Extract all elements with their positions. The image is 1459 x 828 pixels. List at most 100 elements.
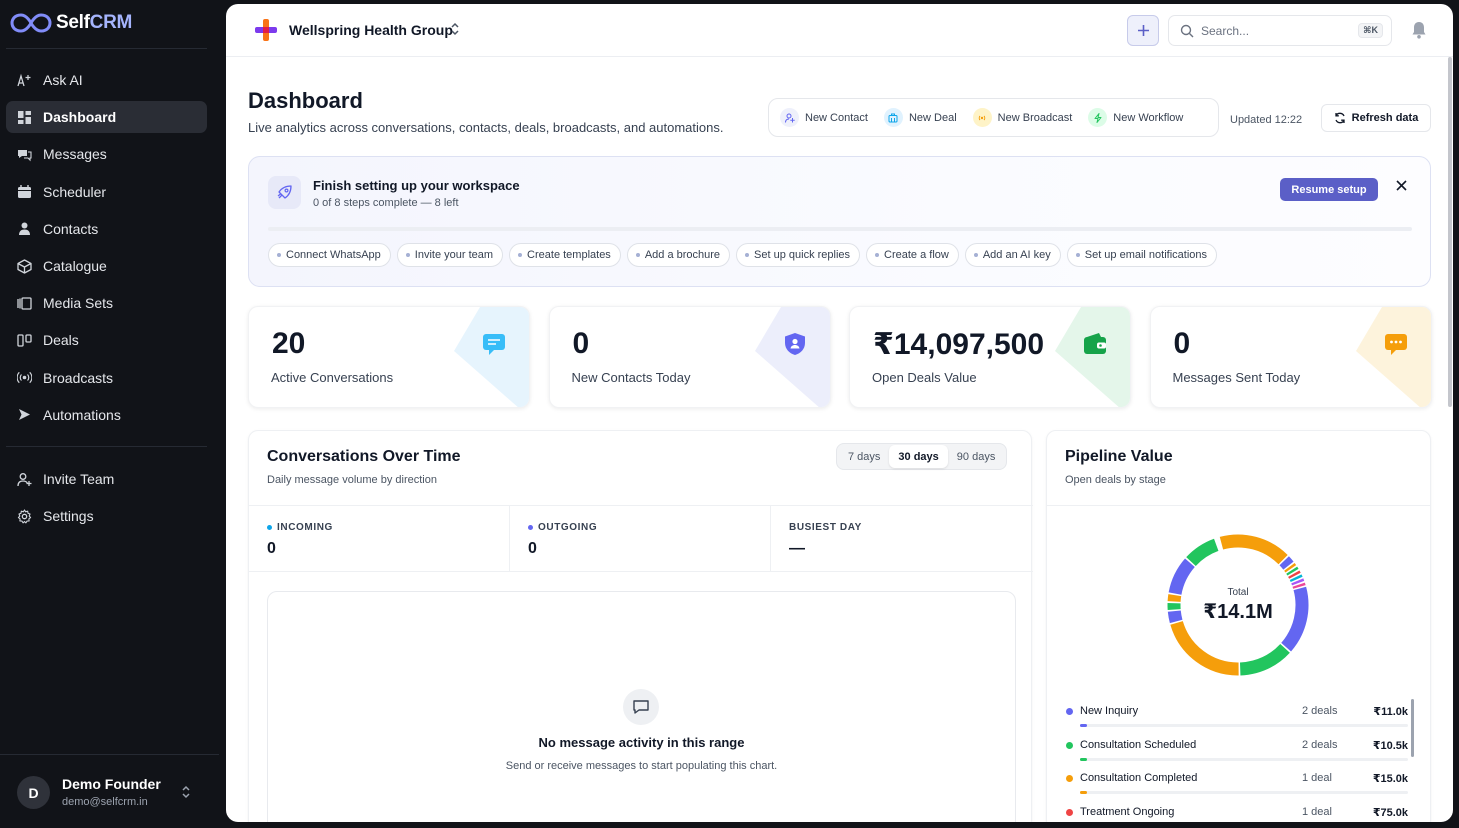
active-conversations-card[interactable]: 20 Active Conversations	[248, 306, 530, 408]
stage-value: ₹10.5k	[1372, 739, 1408, 752]
sidebar-item-label: Contacts	[43, 220, 99, 237]
shield-user-icon	[782, 331, 808, 357]
scrollbar[interactable]	[1448, 57, 1452, 407]
quick-action-new-broadcast[interactable]: New Broadcast	[972, 108, 1072, 127]
sidebar-divider	[6, 48, 207, 49]
create-button[interactable]	[1127, 15, 1159, 46]
sidebar-item-messages[interactable]: Messages	[6, 138, 207, 170]
dashboard-icon	[17, 110, 32, 125]
chevron-updown-icon[interactable]	[450, 22, 460, 39]
sidebar-item-dashboard[interactable]: Dashboard	[6, 101, 207, 134]
sidebar-item-contacts[interactable]: Contacts	[6, 213, 207, 245]
infinity-logo-icon	[10, 13, 52, 33]
sidebar-item-label: Automations	[43, 406, 121, 423]
card-decoration	[754, 307, 830, 407]
sidebar-item-scheduler[interactable]: Scheduler	[6, 176, 207, 208]
stat-value: 0	[572, 327, 590, 360]
new-contacts-card[interactable]: 0 New Contacts Today	[548, 306, 831, 408]
person-icon	[17, 221, 32, 236]
setup-step-label: Invite your team	[414, 249, 494, 261]
search-input[interactable]: Search... ⌘K	[1168, 15, 1392, 46]
box-icon	[17, 258, 32, 274]
empty-state: No message activity in this range Send o…	[267, 591, 1016, 822]
donut-total-label: Total	[1227, 587, 1249, 598]
org-logo-icon	[255, 19, 277, 41]
legend-dot	[528, 525, 533, 530]
stage-color-dot	[1066, 741, 1073, 749]
setup-step-chip[interactable]: Set up quick replies	[736, 243, 861, 267]
bell-icon[interactable]	[1411, 21, 1427, 39]
setup-step-chip[interactable]: Invite your team	[396, 243, 504, 267]
setup-step-chip[interactable]: Create templates	[509, 243, 621, 267]
range-tab-7-days[interactable]: 7 days	[839, 445, 889, 468]
quick-action-new-workflow[interactable]: New Workflow	[1088, 108, 1183, 127]
sidebar-item-settings[interactable]: Settings	[6, 500, 207, 532]
sidebar-item-broadcasts[interactable]: Broadcasts	[6, 362, 207, 394]
wallet-icon	[1082, 331, 1108, 357]
chevron-updown-icon[interactable]	[181, 785, 191, 802]
sidebar-item-catalogue[interactable]: Catalogue	[6, 250, 207, 282]
add-contact-icon	[780, 108, 799, 127]
setup-steps: Connect WhatsApp Invite your team Create t…	[268, 243, 1218, 267]
stage-name: New Inquiry	[1080, 705, 1139, 717]
open-deals-card[interactable]: ₹14,097,500 Open Deals Value	[849, 306, 1131, 408]
sparkle-text-icon	[17, 73, 32, 88]
setup-step-chip[interactable]: Set up email notifications	[1066, 243, 1218, 267]
quick-action-label: New Contact	[805, 111, 868, 124]
setup-step-chip[interactable]: Add an AI key	[964, 243, 1061, 267]
pipeline-stage-row[interactable]: Consultation Completed 1 deal ₹15.0k	[1065, 770, 1408, 798]
setup-step-chip[interactable]: Add a brochure	[626, 243, 731, 267]
range-tab-30-days[interactable]: 30 days	[889, 445, 948, 468]
deals-icon	[17, 333, 32, 348]
stage-progress-fill	[1080, 724, 1087, 727]
range-selector: 7 days 30 days 90 days	[836, 443, 1008, 470]
resume-setup-button[interactable]: Resume setup	[1280, 178, 1378, 201]
media-icon	[17, 296, 32, 311]
quick-action-new-contact[interactable]: New Contact	[780, 108, 868, 127]
user-name: Demo Founder	[62, 776, 161, 792]
sidebar-item-label: Deals	[43, 332, 79, 349]
setup-step-label: Add an AI key	[982, 249, 1051, 261]
sidebar-item-media-sets[interactable]: Media Sets	[6, 287, 207, 319]
sidebar-item-label: Broadcasts	[43, 369, 114, 386]
org-switcher[interactable]: Wellspring Health Group	[289, 22, 453, 38]
stage-color-dot	[1066, 775, 1073, 783]
page-title: Dashboard	[248, 88, 363, 113]
setup-step-label: Create a flow	[884, 249, 949, 261]
search-placeholder: Search...	[1201, 23, 1250, 38]
stages-scrollbar[interactable]	[1411, 699, 1414, 757]
setup-step-chip[interactable]: Connect WhatsApp	[268, 243, 391, 267]
chat-bubble-icon	[623, 689, 659, 725]
stage-count: 2 deals	[1302, 705, 1338, 717]
sidebar-item-deals[interactable]: Deals	[6, 324, 207, 356]
sidebar-divider	[6, 446, 207, 447]
close-icon[interactable]	[1393, 179, 1409, 195]
refresh-button[interactable]: Refresh data	[1321, 104, 1431, 132]
user-email: demo@selfcrm.in	[62, 796, 148, 808]
setup-title: Finish setting up your workspace	[313, 178, 520, 193]
messages-sent-card[interactable]: 0 Messages Sent Today	[1149, 306, 1432, 408]
stage-progress-track	[1080, 724, 1408, 727]
sidebar-item-ask-ai[interactable]: Ask AI	[6, 64, 207, 96]
sidebar-item-automations[interactable]: Automations	[6, 399, 207, 431]
user-menu[interactable]: D Demo Founder demo@selfcrm.in	[0, 754, 219, 828]
pipeline-stage-row[interactable]: Consultation Scheduled 2 deals ₹10.5k	[1065, 737, 1408, 765]
range-tab-90-days[interactable]: 90 days	[948, 445, 1005, 468]
logo[interactable]: SelfCRM	[10, 10, 132, 36]
setup-step-chip[interactable]: Create a flow	[866, 243, 959, 267]
metric-key: OUTGOING	[528, 522, 597, 533]
conversations-title: Conversations Over Time	[267, 448, 461, 465]
sidebar-item-invite-team[interactable]: Invite Team	[6, 463, 207, 495]
search-icon	[1180, 24, 1194, 38]
setup-subtitle: 0 of 8 steps complete — 8 left	[313, 197, 459, 209]
stat-value: 20	[272, 327, 306, 360]
pipeline-stage-row[interactable]: Treatment Ongoing 1 deal ₹75.0k	[1065, 804, 1408, 822]
pipeline-stage-row[interactable]: New Inquiry 2 deals ₹11.0k	[1065, 703, 1408, 731]
stage-color-dot	[1066, 708, 1073, 715]
stat-label: Messages Sent Today	[1172, 370, 1301, 385]
setup-step-label: Add a brochure	[644, 249, 721, 261]
quick-action-new-deal[interactable]: New Deal	[883, 108, 957, 127]
page-subtitle: Live analytics across conversations, con…	[248, 120, 724, 135]
invite-icon	[17, 472, 32, 487]
bolt-icon	[1088, 108, 1108, 127]
